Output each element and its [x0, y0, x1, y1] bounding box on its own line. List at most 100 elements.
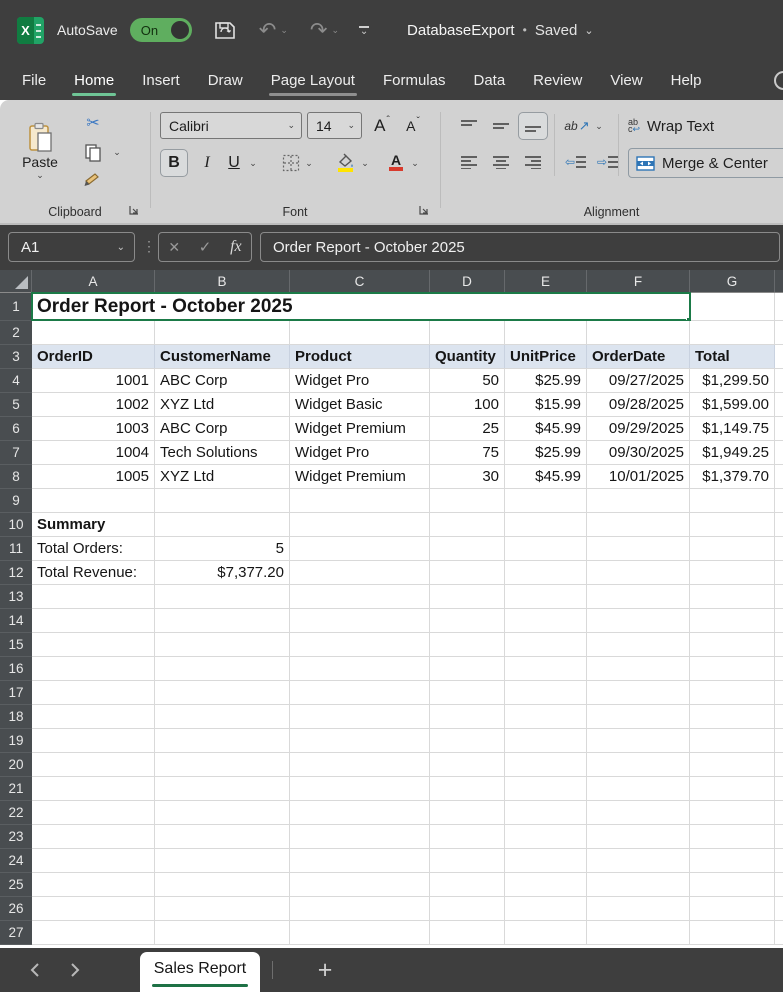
row-header-14[interactable]: 14: [0, 609, 32, 633]
cell-E20[interactable]: [505, 753, 587, 776]
row-header-2[interactable]: 2: [0, 321, 32, 345]
cell-G27[interactable]: [690, 921, 775, 944]
cell-G4[interactable]: $1,299.50: [690, 369, 775, 392]
cell-B27[interactable]: [155, 921, 290, 944]
row-header-20[interactable]: 20: [0, 753, 32, 777]
cell-A18[interactable]: [32, 705, 155, 728]
font-color-button[interactable]: A: [384, 147, 408, 177]
cell-C22[interactable]: [290, 801, 430, 824]
row-header-5[interactable]: 5: [0, 393, 32, 417]
row-header-10[interactable]: 10: [0, 513, 32, 537]
cell-C26[interactable]: [290, 897, 430, 920]
cell-B26[interactable]: [155, 897, 290, 920]
cell-A7[interactable]: 1004: [32, 441, 155, 464]
borders-dropdown-button[interactable]: ⌄: [302, 156, 316, 170]
cell-C12[interactable]: [290, 561, 430, 584]
cell-G5[interactable]: $1,599.00: [690, 393, 775, 416]
align-right-button[interactable]: [520, 150, 546, 174]
cell-B13[interactable]: [155, 585, 290, 608]
cell-D11[interactable]: [430, 537, 505, 560]
align-bottom-button[interactable]: [518, 112, 548, 140]
cell-D13[interactable]: [430, 585, 505, 608]
cell-E26[interactable]: [505, 897, 587, 920]
increase-indent-button[interactable]: ⇨: [594, 150, 622, 174]
cell-G9[interactable]: [690, 489, 775, 512]
cell-A6[interactable]: 1003: [32, 417, 155, 440]
cell-A15[interactable]: [32, 633, 155, 656]
column-header-F[interactable]: F: [587, 270, 690, 292]
column-header-C[interactable]: C: [290, 270, 430, 292]
decrease-font-size-button[interactable]: A ˇ: [400, 112, 426, 139]
cell-D18[interactable]: [430, 705, 505, 728]
cell-C3[interactable]: Product: [290, 345, 430, 368]
cell-F23[interactable]: [587, 825, 690, 848]
next-sheet-button[interactable]: [64, 960, 84, 980]
cell-E18[interactable]: [505, 705, 587, 728]
menu-item-insert[interactable]: Insert: [128, 60, 194, 100]
cell-B20[interactable]: [155, 753, 290, 776]
cell-E6[interactable]: $45.99: [505, 417, 587, 440]
cell-C14[interactable]: [290, 609, 430, 632]
row-header-8[interactable]: 8: [0, 465, 32, 489]
row-header-23[interactable]: 23: [0, 825, 32, 849]
row-header-7[interactable]: 7: [0, 441, 32, 465]
cell-F21[interactable]: [587, 777, 690, 800]
cell-A13[interactable]: [32, 585, 155, 608]
cell-D4[interactable]: 50: [430, 369, 505, 392]
borders-button[interactable]: [278, 149, 304, 177]
enter-icon[interactable]: ✓: [199, 238, 212, 256]
cell-G12[interactable]: [690, 561, 775, 584]
name-box[interactable]: A1 ⌄: [8, 232, 135, 262]
cell-D8[interactable]: 30: [430, 465, 505, 488]
cell-A11[interactable]: Total Orders:: [32, 537, 155, 560]
cell-G7[interactable]: $1,949.25: [690, 441, 775, 464]
row-header-27[interactable]: 27: [0, 921, 32, 945]
cut-button[interactable]: ✂: [82, 113, 104, 133]
cell-B6[interactable]: ABC Corp: [155, 417, 290, 440]
row-header-4[interactable]: 4: [0, 369, 32, 393]
cell-D10[interactable]: [430, 513, 505, 536]
cell-B3[interactable]: CustomerName: [155, 345, 290, 368]
row-header-3[interactable]: 3: [0, 345, 32, 369]
cell-F20[interactable]: [587, 753, 690, 776]
cell-F7[interactable]: 09/30/2025: [587, 441, 690, 464]
cell-A5[interactable]: 1002: [32, 393, 155, 416]
cell-B5[interactable]: XYZ Ltd: [155, 393, 290, 416]
cell-G19[interactable]: [690, 729, 775, 752]
cell-D14[interactable]: [430, 609, 505, 632]
column-header-B[interactable]: B: [155, 270, 290, 292]
font-name-select[interactable]: Calibri ⌄: [160, 112, 302, 139]
cell-C5[interactable]: Widget Basic: [290, 393, 430, 416]
cell-B18[interactable]: [155, 705, 290, 728]
decrease-indent-button[interactable]: ⇦: [562, 150, 590, 174]
cell-B15[interactable]: [155, 633, 290, 656]
cell-G20[interactable]: [690, 753, 775, 776]
fill-color-button[interactable]: [332, 147, 358, 177]
font-size-select[interactable]: 14 ⌄: [307, 112, 362, 139]
merge-center-button[interactable]: Merge & Center: [628, 148, 783, 178]
copy-button[interactable]: [82, 142, 104, 162]
copy-dropdown-button[interactable]: ⌄: [110, 145, 124, 159]
italic-button[interactable]: I: [196, 149, 218, 177]
cell-A2[interactable]: [32, 321, 155, 344]
cell-F8[interactable]: 10/01/2025: [587, 465, 690, 488]
cell-C25[interactable]: [290, 873, 430, 896]
cell-D15[interactable]: [430, 633, 505, 656]
cell-C7[interactable]: Widget Pro: [290, 441, 430, 464]
cell-A19[interactable]: [32, 729, 155, 752]
drag-handle-icon[interactable]: ⋮: [142, 238, 156, 255]
cell-D7[interactable]: 75: [430, 441, 505, 464]
menu-item-home[interactable]: Home: [60, 60, 128, 100]
cell-F16[interactable]: [587, 657, 690, 680]
orientation-button[interactable]: ab ↗: [562, 112, 592, 140]
cell-A3[interactable]: OrderID: [32, 345, 155, 368]
cell-E5[interactable]: $15.99: [505, 393, 587, 416]
cell-C18[interactable]: [290, 705, 430, 728]
cell-G2[interactable]: [690, 321, 775, 344]
cell-B14[interactable]: [155, 609, 290, 632]
cell-C2[interactable]: [290, 321, 430, 344]
menu-item-draw[interactable]: Draw: [194, 60, 257, 100]
undo-dropdown-icon[interactable]: ⌄: [280, 25, 288, 36]
cell-C13[interactable]: [290, 585, 430, 608]
cell-E15[interactable]: [505, 633, 587, 656]
